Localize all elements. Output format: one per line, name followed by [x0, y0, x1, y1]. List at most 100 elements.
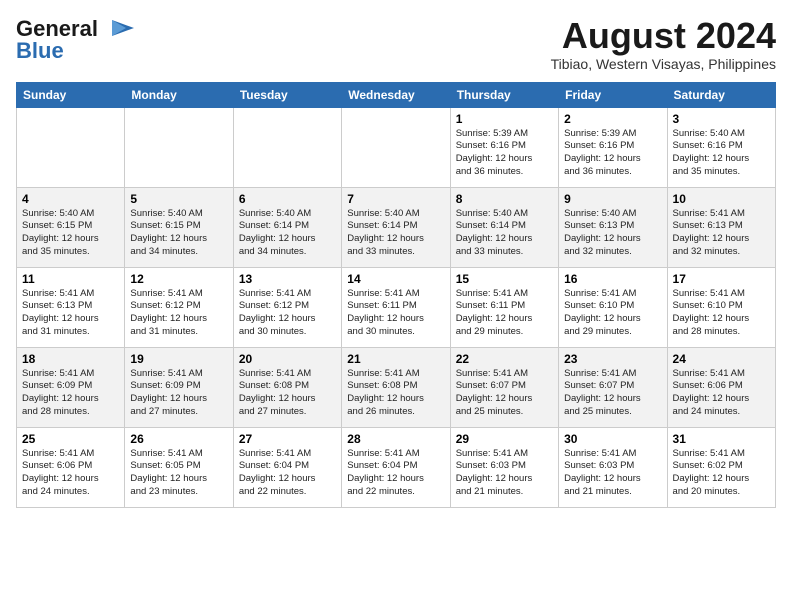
day-info: Sunrise: 5:41 AM Sunset: 6:09 PM Dayligh…	[22, 368, 119, 419]
day-number: 25	[22, 432, 119, 446]
calendar-cell: 11Sunrise: 5:41 AM Sunset: 6:13 PM Dayli…	[17, 267, 125, 347]
day-number: 28	[347, 432, 444, 446]
day-number: 4	[22, 192, 119, 206]
calendar-cell: 10 Sunrise: 5:41 AM Sunset: 6:13 PM Dayli…	[667, 187, 775, 267]
day-number: 18	[22, 352, 119, 366]
calendar-cell: 16 Sunrise: 5:41 AM Sunset: 6:10 PM Dayli…	[559, 267, 667, 347]
calendar-cell: 6 Sunrise: 5:40 AM Sunset: 6:14 PM Daylig…	[233, 187, 341, 267]
calendar-header-row: SundayMondayTuesdayWednesdayThursdayFrid…	[17, 82, 776, 107]
header-sunday: Sunday	[17, 82, 125, 107]
calendar-cell: 2Sunrise: 5:39 AM Sunset: 6:16 PM Daylig…	[559, 107, 667, 187]
day-number: 8	[456, 192, 553, 206]
logo: General Blue	[16, 16, 134, 64]
calendar-cell: 18 Sunrise: 5:41 AM Sunset: 6:09 PM Dayli…	[17, 347, 125, 427]
day-number: 6	[239, 192, 336, 206]
day-number: 27	[239, 432, 336, 446]
day-info: Sunrise: 5:41 AM Sunset: 6:08 PM Dayligh…	[347, 368, 444, 419]
calendar-week-row: 25 Sunrise: 5:41 AM Sunset: 6:06 PM Dayli…	[17, 427, 776, 507]
day-info: Sunrise: 5:41 AM Sunset: 6:04 PM Dayligh…	[239, 448, 336, 499]
calendar-cell: 14 Sunrise: 5:41 AM Sunset: 6:11 PM Dayli…	[342, 267, 450, 347]
logo-text-blue: Blue	[16, 38, 64, 64]
day-info: Sunrise: 5:41 AM Sunset: 6:03 PM Dayligh…	[564, 448, 661, 499]
day-info: Sunrise: 5:41 AM Sunset: 6:10 PM Dayligh…	[673, 288, 770, 339]
day-number: 12	[130, 272, 227, 286]
day-info: Sunrise: 5:40 AM Sunset: 6:13 PM Dayligh…	[564, 208, 661, 259]
day-number: 24	[673, 352, 770, 366]
calendar-cell: 24 Sunrise: 5:41 AM Sunset: 6:06 PM Dayli…	[667, 347, 775, 427]
day-number: 19	[130, 352, 227, 366]
day-number: 21	[347, 352, 444, 366]
day-number: 22	[456, 352, 553, 366]
day-info: Sunrise: 5:41 AM Sunset: 6:06 PM Dayligh…	[22, 448, 119, 499]
calendar-cell: 21 Sunrise: 5:41 AM Sunset: 6:08 PM Dayli…	[342, 347, 450, 427]
day-number: 26	[130, 432, 227, 446]
day-info: Sunrise: 5:41 AM Sunset: 6:08 PM Dayligh…	[239, 368, 336, 419]
header-saturday: Saturday	[667, 82, 775, 107]
calendar-cell: 3 Sunrise: 5:40 AM Sunset: 6:16 PM Daylig…	[667, 107, 775, 187]
day-number: 16	[564, 272, 661, 286]
header-monday: Monday	[125, 82, 233, 107]
day-number: 20	[239, 352, 336, 366]
day-number: 10	[673, 192, 770, 206]
day-number: 2	[564, 112, 661, 126]
calendar-cell: 9 Sunrise: 5:40 AM Sunset: 6:13 PM Daylig…	[559, 187, 667, 267]
title-section: August 2024 Tibiao, Western Visayas, Phi…	[551, 16, 776, 72]
calendar-cell: 22 Sunrise: 5:41 AM Sunset: 6:07 PM Dayli…	[450, 347, 558, 427]
header-tuesday: Tuesday	[233, 82, 341, 107]
day-number: 17	[673, 272, 770, 286]
calendar-cell: 27 Sunrise: 5:41 AM Sunset: 6:04 PM Dayli…	[233, 427, 341, 507]
day-info: Sunrise: 5:40 AM Sunset: 6:14 PM Dayligh…	[347, 208, 444, 259]
day-number: 31	[673, 432, 770, 446]
calendar-cell: 15 Sunrise: 5:41 AM Sunset: 6:11 PM Dayli…	[450, 267, 558, 347]
header-wednesday: Wednesday	[342, 82, 450, 107]
calendar-week-row: 4 Sunrise: 5:40 AM Sunset: 6:15 PM Daylig…	[17, 187, 776, 267]
calendar-cell: 13 Sunrise: 5:41 AM Sunset: 6:12 PM Dayli…	[233, 267, 341, 347]
location-title: Tibiao, Western Visayas, Philippines	[551, 56, 776, 72]
calendar-cell: 25 Sunrise: 5:41 AM Sunset: 6:06 PM Dayli…	[17, 427, 125, 507]
calendar-cell: 30Sunrise: 5:41 AM Sunset: 6:03 PM Dayli…	[559, 427, 667, 507]
day-number: 3	[673, 112, 770, 126]
day-number: 9	[564, 192, 661, 206]
calendar-cell: 4 Sunrise: 5:40 AM Sunset: 6:15 PM Daylig…	[17, 187, 125, 267]
day-info: Sunrise: 5:41 AM Sunset: 6:12 PM Dayligh…	[130, 288, 227, 339]
day-info: Sunrise: 5:39 AM Sunset: 6:16 PM Dayligh…	[456, 128, 553, 179]
day-info: Sunrise: 5:41 AM Sunset: 6:02 PM Dayligh…	[673, 448, 770, 499]
calendar-cell: 29Sunrise: 5:41 AM Sunset: 6:03 PM Dayli…	[450, 427, 558, 507]
day-info: Sunrise: 5:41 AM Sunset: 6:03 PM Dayligh…	[456, 448, 553, 499]
day-info: Sunrise: 5:41 AM Sunset: 6:10 PM Dayligh…	[564, 288, 661, 339]
calendar-cell: 19 Sunrise: 5:41 AM Sunset: 6:09 PM Dayli…	[125, 347, 233, 427]
day-info: Sunrise: 5:41 AM Sunset: 6:11 PM Dayligh…	[456, 288, 553, 339]
day-info: Sunrise: 5:41 AM Sunset: 6:05 PM Dayligh…	[130, 448, 227, 499]
day-info: Sunrise: 5:41 AM Sunset: 6:09 PM Dayligh…	[130, 368, 227, 419]
calendar-week-row: 11Sunrise: 5:41 AM Sunset: 6:13 PM Dayli…	[17, 267, 776, 347]
day-info: Sunrise: 5:40 AM Sunset: 6:15 PM Dayligh…	[130, 208, 227, 259]
calendar-cell: 20 Sunrise: 5:41 AM Sunset: 6:08 PM Dayli…	[233, 347, 341, 427]
calendar-cell	[125, 107, 233, 187]
day-info: Sunrise: 5:41 AM Sunset: 6:13 PM Dayligh…	[673, 208, 770, 259]
calendar-cell	[342, 107, 450, 187]
day-number: 13	[239, 272, 336, 286]
day-info: Sunrise: 5:41 AM Sunset: 6:11 PM Dayligh…	[347, 288, 444, 339]
day-info: Sunrise: 5:41 AM Sunset: 6:04 PM Dayligh…	[347, 448, 444, 499]
day-info: Sunrise: 5:40 AM Sunset: 6:16 PM Dayligh…	[673, 128, 770, 179]
calendar-cell: 12 Sunrise: 5:41 AM Sunset: 6:12 PM Dayli…	[125, 267, 233, 347]
day-info: Sunrise: 5:40 AM Sunset: 6:15 PM Dayligh…	[22, 208, 119, 259]
day-info: Sunrise: 5:41 AM Sunset: 6:07 PM Dayligh…	[564, 368, 661, 419]
day-info: Sunrise: 5:41 AM Sunset: 6:07 PM Dayligh…	[456, 368, 553, 419]
day-info: Sunrise: 5:41 AM Sunset: 6:12 PM Dayligh…	[239, 288, 336, 339]
page-header: General Blue August 2024 Tibiao, Western…	[16, 16, 776, 72]
logo-icon	[98, 18, 134, 40]
day-number: 14	[347, 272, 444, 286]
month-title: August 2024	[551, 16, 776, 56]
calendar-cell: 26 Sunrise: 5:41 AM Sunset: 6:05 PM Dayli…	[125, 427, 233, 507]
day-number: 15	[456, 272, 553, 286]
calendar-cell: 5Sunrise: 5:40 AM Sunset: 6:15 PM Daylig…	[125, 187, 233, 267]
day-info: Sunrise: 5:40 AM Sunset: 6:14 PM Dayligh…	[456, 208, 553, 259]
day-info: Sunrise: 5:40 AM Sunset: 6:14 PM Dayligh…	[239, 208, 336, 259]
calendar-cell: 7Sunrise: 5:40 AM Sunset: 6:14 PM Daylig…	[342, 187, 450, 267]
header-thursday: Thursday	[450, 82, 558, 107]
day-info: Sunrise: 5:41 AM Sunset: 6:06 PM Dayligh…	[673, 368, 770, 419]
day-number: 23	[564, 352, 661, 366]
calendar-table: SundayMondayTuesdayWednesdayThursdayFrid…	[16, 82, 776, 508]
day-number: 11	[22, 272, 119, 286]
